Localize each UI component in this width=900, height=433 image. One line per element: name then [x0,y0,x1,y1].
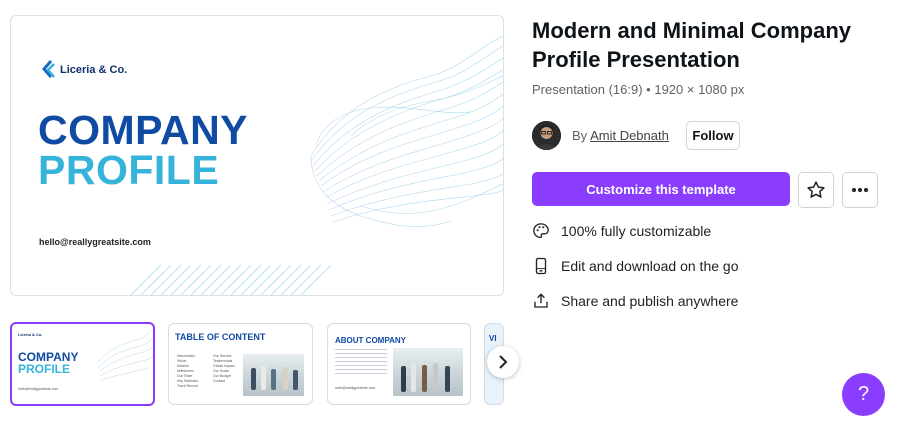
thumb3-team-photo [393,348,463,396]
thumb1-title-line2: PROFILE [18,362,71,376]
feature-share: Share and publish anywhere [532,292,738,310]
logo-text: Liceria & Co. [60,64,128,76]
chevron-right-icon [499,355,508,369]
feature-label: Share and publish anywhere [561,293,739,309]
preview-email: hello@reallygreatsite.com [39,237,151,247]
template-title: Modern and Minimal Company Profile Prese… [532,18,852,72]
template-preview[interactable]: Liceria & Co. COMPANY PROFILE hello@real… [10,15,504,296]
preview-title-line1: COMPANY [38,107,249,153]
author-link[interactable]: Amit Debnath [590,128,669,143]
share-icon [534,293,548,308]
thumb3-title: ABOUT COMPANY [335,336,406,345]
by-label: By [572,128,588,143]
thumb2-list-right: Our Service Testimonials Global Impact Our … [213,354,235,383]
help-button[interactable]: ? [842,373,885,416]
avatar-image [532,121,561,150]
thumb2-title: TABLE OF CONTENT [175,332,266,342]
follow-button[interactable]: Follow [686,121,740,150]
thumb2-team-photo [243,354,304,396]
more-options-button[interactable] [842,172,878,208]
star-icon [807,181,825,198]
thumb4-title: VI [489,334,497,343]
palette-icon [533,223,549,239]
preview-title-line2: PROFILE [38,147,220,193]
thumbnail-1[interactable]: Liceria & Co. COMPANY PROFILE hello@real… [10,322,155,406]
phone-icon [535,257,547,275]
feature-customizable: 100% fully customizable [532,222,711,240]
thumbnail-3[interactable]: ABOUT COMPANY hello@reallygreatsite.com [327,323,471,405]
more-horizontal-icon [852,188,868,192]
favorite-button[interactable] [798,172,834,208]
author-byline: By Amit Debnath [572,128,669,143]
feature-label: 100% fully customizable [561,223,712,239]
thumb3-text-lines [335,349,387,375]
thumb1-email: hello@reallygreatsite.com [18,387,59,391]
template-meta: Presentation (16:9) • 1920 × 1080 px [532,82,745,97]
logo-mark-icon [42,60,55,78]
thumb2-list-left: Introduction Vision Mission Milestones Our T… [177,354,199,388]
thumb1-logo-text: Liceria & Co. [18,332,43,337]
thumbnail-2[interactable]: TABLE OF CONTENT Introduction Vision Missi… [168,323,313,405]
feature-label: Edit and download on the go [561,258,739,274]
company-logo: Liceria & Co. [41,60,127,80]
feature-mobile: Edit and download on the go [532,257,738,275]
author-avatar[interactable] [532,121,561,150]
thumb3-email: hello@reallygreatsite.com [335,386,376,390]
customize-template-button[interactable]: Customize this template [532,172,790,206]
thumbnails-next-button[interactable] [487,346,519,378]
